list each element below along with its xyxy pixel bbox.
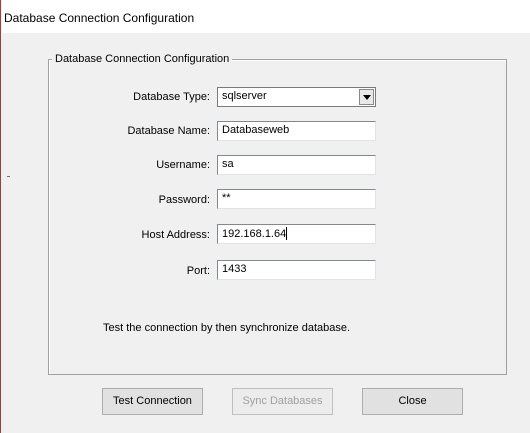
password-value: **: [222, 192, 231, 204]
username-value: sa: [222, 158, 234, 170]
dropdown-arrow-icon[interactable]: [359, 89, 374, 105]
port-label: Port:: [186, 265, 210, 277]
username-label: Username:: [156, 159, 210, 171]
password-label: Password:: [158, 194, 210, 206]
window-title: Database Connection Configuration: [4, 11, 195, 25]
database-type-select[interactable]: sqlserver: [217, 87, 376, 107]
text-cursor: [286, 227, 288, 240]
test-connection-button[interactable]: Test Connection: [102, 388, 203, 415]
database-name-label: Database Name:: [127, 125, 210, 137]
database-name-input[interactable]: Databaseweb: [217, 121, 376, 141]
database-type-label: Database Type:: [133, 91, 210, 103]
title-bar[interactable]: Database Connection Configuration: [2, 0, 530, 33]
port-value: 1433: [222, 263, 247, 275]
close-button[interactable]: Close: [362, 388, 463, 415]
port-input[interactable]: 1433: [217, 260, 376, 280]
configuration-window: Database Connection Configuration Databa…: [0, 0, 530, 433]
host-address-value: 192.168.1.64: [222, 228, 287, 240]
host-address-input[interactable]: 192.168.1.64: [217, 224, 376, 244]
instruction-text: Test the connection by then synchronize …: [103, 322, 351, 334]
sync-databases-button[interactable]: Sync Databases: [232, 388, 333, 415]
database-name-value: Databaseweb: [222, 124, 290, 136]
window-edge-tick: [7, 176, 10, 177]
host-address-label: Host Address:: [141, 229, 210, 241]
password-input[interactable]: **: [217, 189, 376, 209]
group-legend: Database Connection Configuration: [52, 53, 233, 65]
username-input[interactable]: sa: [217, 155, 376, 175]
database-type-value: sqlserver: [222, 90, 267, 102]
